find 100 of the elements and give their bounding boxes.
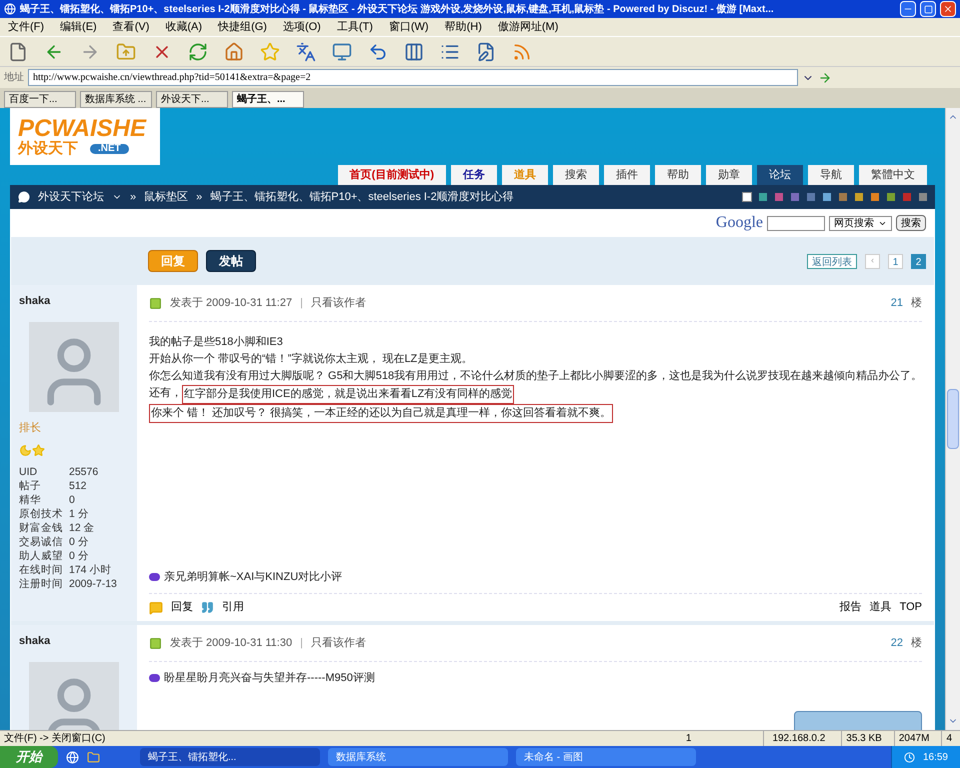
author-name[interactable]: shaka [19, 293, 129, 310]
floor-number[interactable]: 22 [890, 634, 903, 652]
close-button[interactable] [940, 1, 956, 17]
author-name[interactable]: shaka [19, 633, 129, 650]
post-tool-link[interactable]: 报告 [840, 599, 862, 616]
nav-tab[interactable]: 繁體中文 [859, 165, 927, 185]
stat-label: 交易诚信 [19, 535, 64, 549]
clock-icon [904, 752, 915, 762]
ad-badge-icon [149, 572, 160, 581]
post-tool-link[interactable]: 道具 [870, 599, 892, 616]
style-swatch[interactable] [839, 193, 847, 201]
ad-link[interactable]: 亲兄弟明算帐~XAI与KINZU对比小评 [164, 568, 342, 585]
menu-item[interactable]: 傲游网址(M) [498, 18, 558, 36]
stat-label: 注册时间 [19, 577, 64, 591]
menu-item[interactable]: 选项(O) [282, 18, 321, 36]
menu-item[interactable]: 工具(T) [336, 18, 373, 36]
menu-item[interactable]: 查看(V) [112, 18, 150, 36]
site-logo[interactable]: PCWAISHE 外设天下 .NET [10, 108, 160, 165]
browser-tab[interactable]: 百度一下... [4, 91, 76, 108]
nav-tab[interactable]: 搜索 [553, 165, 599, 185]
post-icon [149, 296, 162, 310]
style-swatch[interactable] [759, 193, 767, 201]
google-logo: Google [716, 213, 763, 233]
browser-tab[interactable]: 蝎子王、... [232, 91, 304, 108]
menu-item[interactable]: 收藏(A) [165, 18, 202, 36]
style-swatch[interactable] [903, 193, 911, 201]
window-title: 蝎子王、镭拓塑化、镭拓P10+、steelseries I-2顺滑度对比心得 - 鼠标垫区 - 外设天下论坛 游戏外设,发烧外设,鼠标,键盘,耳机,鼠标垫 - Powered by Discuz! - 傲游 [Maxt... [20, 2, 775, 16]
page-button[interactable]: 2 [911, 254, 926, 268]
nav-tab[interactable]: 论坛 [757, 165, 803, 185]
address-field[interactable]: http://www.pcwaishe.cn/viewthread.php?tid=50141&extra=&page=2 [28, 69, 798, 86]
ad-badge-icon [149, 674, 160, 682]
search-button[interactable]: 搜索 [896, 215, 926, 231]
taskbar-button[interactable]: 蝎子王、镭拓塑化... [140, 748, 320, 766]
breadcrumb-link[interactable]: 外设天下论坛 [38, 188, 104, 206]
previous-page-icon: ‹ [865, 254, 880, 268]
highlighted-text: 你来个 错！ 还加叹号？ 很搞笑，一本正经的还以为自己就是真理一样，你这回答看着就不爽。 [149, 404, 614, 423]
style-swatch[interactable] [775, 193, 783, 201]
clock-time: 16:59 [922, 750, 948, 764]
moon-icon [19, 444, 32, 457]
style-swatch[interactable] [887, 193, 895, 201]
chat-icon [18, 191, 30, 203]
ad-link[interactable]: 盼星星盼月亮兴奋与失望并存-----M950评测 [164, 670, 375, 686]
style-swatch[interactable] [791, 193, 799, 201]
menu-item[interactable]: 编辑(E) [60, 18, 97, 36]
only-author-link[interactable]: 只看该作者 [310, 294, 366, 312]
page-button[interactable]: 1 [888, 254, 903, 268]
breadcrumb-link[interactable]: 蝎子王、镭拓塑化、镭拓P10+、steelseries I-2顺滑度对比心得 [210, 188, 514, 206]
style-swatch[interactable] [743, 193, 751, 201]
nav-tab[interactable]: 导航 [808, 165, 854, 185]
browser-tab[interactable]: 数据库系统 ... [80, 91, 152, 108]
nav-tab[interactable]: 任务 [451, 165, 497, 185]
floor-number[interactable]: 21 [890, 294, 903, 312]
style-swatch[interactable] [919, 193, 927, 201]
stat-label: UID [19, 465, 38, 479]
reply-link[interactable]: 回复 [171, 599, 193, 616]
style-swatch[interactable] [855, 193, 863, 201]
post-text: 还有， [149, 386, 182, 401]
start-button[interactable]: 开始 [0, 746, 58, 768]
stat-value: 512 [69, 479, 88, 493]
nav-tab[interactable]: 勋章 [706, 165, 752, 185]
new-post-button[interactable]: 发帖 [206, 250, 256, 272]
nav-tab[interactable]: 插件 [604, 165, 650, 185]
breadcrumb-link[interactable]: 鼠标垫区 [144, 188, 188, 206]
breadcrumb-separator: » [130, 190, 136, 205]
taskbar-button[interactable]: 未命名 - 画图 [516, 748, 696, 766]
stat-value: 2009-7-13 [69, 577, 118, 591]
menu-item[interactable]: 窗口(W) [388, 18, 429, 36]
post-text: 我的帖子是些518小脚和IE3 [149, 335, 283, 350]
stat-label: 财富金钱 [19, 521, 64, 535]
menu-item[interactable]: 帮助(H) [444, 18, 482, 36]
breadcrumb-separator: » [196, 190, 202, 205]
speech-bubble-icon [149, 600, 163, 614]
stat-value: 174 小时 [69, 563, 112, 577]
search-field[interactable] [767, 216, 825, 230]
close-icon [943, 4, 953, 14]
stat-value: 1 分 [69, 507, 90, 521]
nav-tab[interactable]: 帮助 [655, 165, 701, 185]
browser-tab[interactable]: 外设天下... [156, 91, 228, 108]
stat-value: 0 分 [69, 549, 90, 563]
style-swatch[interactable] [871, 193, 879, 201]
minimize-button[interactable] [900, 1, 916, 17]
address-label: 地址 [4, 70, 24, 85]
style-swatch[interactable] [807, 193, 815, 201]
stat-value: 12 金 [69, 521, 96, 535]
nav-tab[interactable]: 首页(目前测试中) [338, 165, 446, 185]
only-author-link[interactable]: 只看该作者 [310, 634, 366, 652]
quote-link[interactable]: 引用 [222, 599, 244, 616]
stat-label: 助人威望 [19, 549, 64, 563]
post-date: 发表于 2009-10-31 11:27 [170, 296, 292, 311]
menu-item[interactable]: 文件(F) [8, 18, 44, 36]
style-swatch[interactable] [823, 193, 831, 201]
scrollbar[interactable] [945, 108, 960, 730]
menu-item[interactable]: 快捷组(G) [218, 18, 267, 36]
star-icon [32, 444, 45, 457]
taskbar-button[interactable]: 数据库系统 [328, 748, 508, 766]
search-scope-select[interactable]: 网页搜索 [829, 216, 892, 230]
maximize-button[interactable] [920, 1, 936, 17]
floor-unit: 楼 [911, 636, 922, 651]
post-tool-link[interactable]: TOP [900, 599, 922, 616]
back-to-list-button[interactable]: 返回列表 [807, 254, 857, 268]
